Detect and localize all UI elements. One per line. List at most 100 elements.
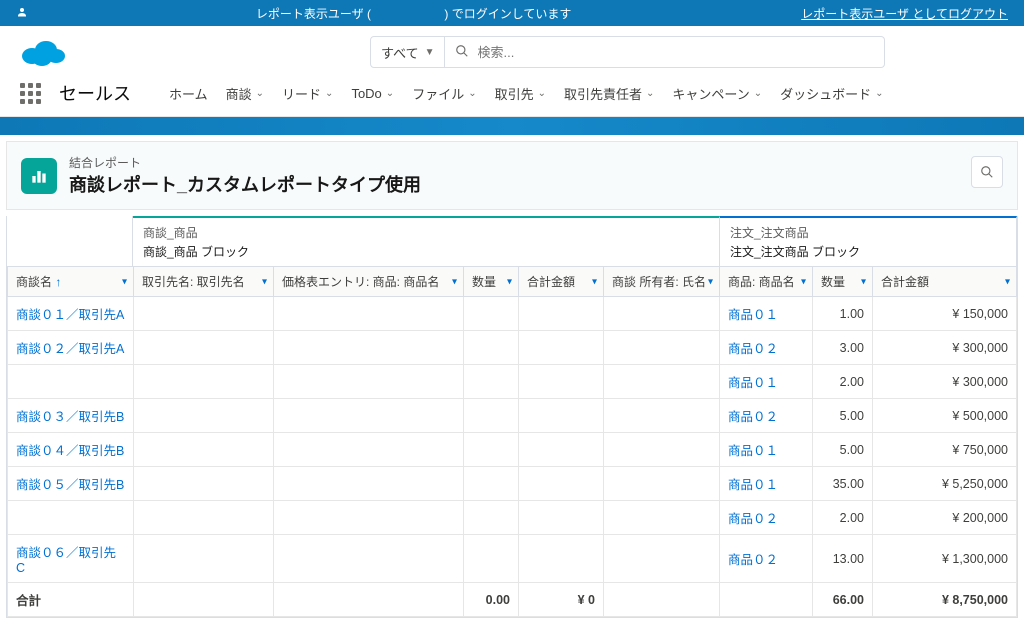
salesforce-logo [20, 36, 66, 68]
row-name [8, 365, 134, 399]
sysbar-login-msg: ) でログインしています [444, 7, 571, 21]
row-name[interactable]: 商談０３／取引先B [8, 399, 134, 433]
row-product[interactable]: 商品０１ [720, 433, 813, 467]
row-name[interactable]: 商談０２／取引先A [8, 331, 134, 365]
row-amount: ¥ 300,000 [873, 365, 1017, 399]
block-header-2: 注文_注文商品 注文_注文商品 ブロック [720, 216, 1017, 266]
report-title: 商談レポート_カスタムレポートタイプ使用 [69, 171, 421, 197]
total-qty: 0.00 [464, 583, 519, 617]
row-qty: 3.00 [813, 331, 873, 365]
chevron-down-icon: ⌄ [646, 88, 654, 99]
filter-icon[interactable]: ▾ [592, 276, 597, 287]
chevron-down-icon: ⌄ [875, 88, 883, 99]
table-row: 商品０２2.00¥ 200,000 [8, 501, 1017, 535]
filter-icon[interactable]: ▾ [861, 276, 866, 287]
decorative-band [0, 117, 1024, 135]
nav-campaign[interactable]: キャンペーン⌄ [672, 84, 762, 103]
chevron-down-icon: ⌄ [386, 88, 394, 99]
row-qty: 2.00 [813, 365, 873, 399]
row-qty: 35.00 [813, 467, 873, 501]
table-row: 商談０２／取引先A 商品０２3.00¥ 300,000 [8, 331, 1017, 365]
row-amount: ¥ 200,000 [873, 501, 1017, 535]
nav-opportunity[interactable]: 商談⌄ [226, 84, 264, 103]
nav-file[interactable]: ファイル⌄ [412, 84, 476, 103]
col-amount2[interactable]: 合計金額▾ [873, 267, 1017, 297]
row-product[interactable]: 商品０２ [720, 331, 813, 365]
table-row: 商談０３／取引先B商品０２5.00¥ 500,000 [8, 399, 1017, 433]
row-product[interactable]: 商品０２ [720, 535, 813, 583]
row-amount: ¥ 1,300,000 [873, 535, 1017, 583]
row-name[interactable]: 商談０６／取引先C [8, 535, 134, 583]
nav-todo[interactable]: ToDo⌄ [351, 86, 394, 101]
table-row: 商談０５／取引先B 商品０１35.00¥ 5,250,000 [8, 467, 1017, 501]
col-product2[interactable]: 商品: 商品名▾ [720, 267, 813, 297]
filter-icon[interactable]: ▾ [1005, 276, 1010, 287]
col-product[interactable]: 価格表エントリ: 商品: 商品名▾ [274, 267, 464, 297]
table-row: 商談０１／取引先A 商品０１1.00¥ 150,000 [8, 297, 1017, 331]
nav-account[interactable]: 取引先⌄ [495, 84, 546, 103]
report-search-button[interactable] [971, 156, 1003, 188]
app-name: セールス [59, 80, 131, 106]
chevron-down-icon: ⌄ [754, 88, 762, 99]
row-product[interactable]: 商品０１ [720, 297, 813, 331]
table-row: 商談０６／取引先C 商品０２13.00¥ 1,300,000 [8, 535, 1017, 583]
col-amount[interactable]: 合計金額▾ [519, 267, 604, 297]
nav-lead[interactable]: リード⌄ [282, 84, 333, 103]
chevron-down-icon: ⌄ [325, 88, 333, 99]
filter-icon[interactable]: ▾ [801, 276, 806, 287]
search-input[interactable] [477, 45, 874, 60]
system-bar: レポート表示ユーザ ( ) でログインしています レポート表示ユーザ としてログ… [0, 0, 1024, 26]
nav-home[interactable]: ホーム [169, 84, 208, 103]
row-qty: 1.00 [813, 297, 873, 331]
table-row: 商品０１2.00¥ 300,000 [8, 365, 1017, 399]
filter-icon[interactable]: ▾ [708, 276, 713, 287]
nav-contact[interactable]: 取引先責任者⌄ [564, 84, 654, 103]
row-qty: 5.00 [813, 399, 873, 433]
chevron-down-icon: ⌄ [538, 88, 546, 99]
nav-dashboard[interactable]: ダッシュボード⌄ [780, 84, 883, 103]
filter-icon[interactable]: ▾ [122, 276, 127, 287]
sort-asc-icon: ↑ [55, 275, 61, 289]
filter-icon[interactable]: ▾ [262, 276, 267, 287]
col-owner[interactable]: 商談 所有者: 氏名▾ [604, 267, 720, 297]
report-icon [21, 158, 57, 194]
filter-icon[interactable]: ▾ [452, 276, 457, 287]
total-amount2: ¥ 8,750,000 [873, 583, 1017, 617]
app-launcher-icon[interactable] [20, 83, 41, 104]
user-icon [16, 6, 28, 21]
row-product[interactable]: 商品０１ [720, 467, 813, 501]
report-body: 商談_商品 商談_商品 ブロック 注文_注文商品 注文_注文商品 ブロック 商談… [6, 216, 1018, 618]
row-product[interactable]: 商品０２ [720, 501, 813, 535]
row-amount: ¥ 750,000 [873, 433, 1017, 467]
row-amount: ¥ 5,250,000 [873, 467, 1017, 501]
search-type-label: すべて [381, 43, 419, 62]
chevron-down-icon: ⌄ [256, 88, 264, 99]
col-account[interactable]: 取引先名: 取引先名▾ [134, 267, 274, 297]
row-qty: 5.00 [813, 433, 873, 467]
table-row: 商談０４／取引先B 商品０１5.00¥ 750,000 [8, 433, 1017, 467]
total-qty2: 66.00 [813, 583, 873, 617]
row-qty: 13.00 [813, 535, 873, 583]
row-qty: 2.00 [813, 501, 873, 535]
total-amount: ¥ 0 [519, 583, 604, 617]
col-qty[interactable]: 数量▾ [464, 267, 519, 297]
col-qty2[interactable]: 数量▾ [813, 267, 873, 297]
block-header-1: 商談_商品 商談_商品 ブロック [133, 216, 720, 266]
report-header: 結合レポート 商談レポート_カスタムレポートタイプ使用 [6, 141, 1018, 210]
row-amount: ¥ 150,000 [873, 297, 1017, 331]
row-product[interactable]: 商品０２ [720, 399, 813, 433]
chevron-down-icon: ▼ [425, 47, 435, 58]
row-product[interactable]: 商品０１ [720, 365, 813, 399]
row-amount: ¥ 300,000 [873, 331, 1017, 365]
row-name[interactable]: 商談０４／取引先B [8, 433, 134, 467]
col-name[interactable]: 商談名 ↑▾ [8, 267, 134, 297]
total-label: 合計 [8, 583, 134, 617]
global-search[interactable] [445, 36, 885, 68]
row-name[interactable]: 商談０１／取引先A [8, 297, 134, 331]
search-type-dropdown[interactable]: すべて ▼ [370, 36, 445, 68]
filter-icon[interactable]: ▾ [507, 276, 512, 287]
total-row: 合計 0.00 ¥ 0 66.00 ¥ 8,750,000 [8, 583, 1017, 617]
report-table: 商談名 ↑▾ 取引先名: 取引先名▾ 価格表エントリ: 商品: 商品名▾ 数量▾… [7, 266, 1017, 617]
logout-link[interactable]: レポート表示ユーザ としてログアウト [801, 5, 1008, 22]
row-name[interactable]: 商談０５／取引先B [8, 467, 134, 501]
